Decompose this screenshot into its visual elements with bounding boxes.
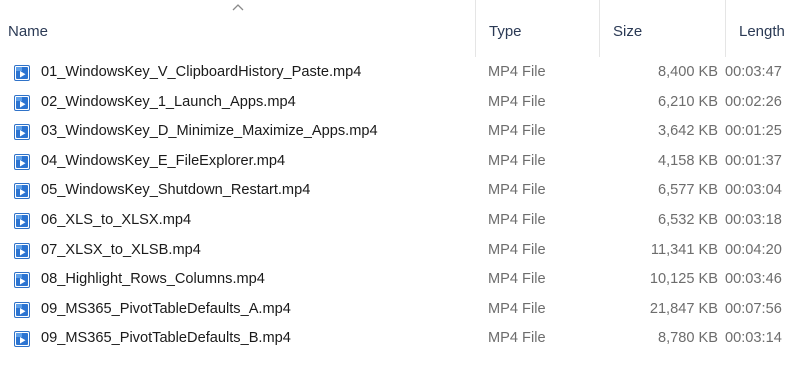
file-row[interactable]: 07_XLSX_to_XLSB.mp4 MP4 File 11,341 KB 00:0… — [0, 236, 809, 266]
video-file-icon — [14, 153, 30, 170]
file-name: 01_WindowsKey_V_ClipboardHistory_Paste.m… — [41, 64, 362, 80]
file-row[interactable]: 01_WindowsKey_V_ClipboardHistory_Paste.m… — [0, 58, 809, 88]
file-row[interactable]: 09_MS365_PivotTableDefaults_B.mp4 MP4 Fil… — [0, 324, 809, 354]
column-header-name[interactable]: Name — [8, 21, 48, 43]
file-name: 08_Highlight_Rows_Columns.mp4 — [41, 271, 265, 288]
file-row[interactable]: 02_WindowsKey_1_Launch_Apps.mp4 MP4 File 6… — [0, 88, 809, 118]
file-length: 00:01:25 — [725, 123, 782, 140]
file-name: 09_MS365_PivotTableDefaults_A.mp4 — [41, 300, 291, 317]
file-length: 00:03:14 — [725, 330, 782, 347]
file-name: 05_WindowsKey_Shutdown_Restart.mp4 — [41, 182, 311, 199]
file-list: 01_WindowsKey_V_ClipboardHistory_Paste.m… — [0, 58, 809, 354]
file-length: 00:04:20 — [725, 241, 782, 258]
column-divider[interactable] — [475, 0, 476, 57]
file-type: MP4 File — [488, 182, 546, 199]
file-length: 00:03:04 — [725, 182, 782, 199]
chevron-up-icon[interactable] — [231, 2, 245, 12]
file-name: 02_WindowsKey_1_Launch_Apps.mp4 — [41, 93, 296, 110]
file-row[interactable]: 08_Highlight_Rows_Columns.mp4 MP4 File 10,… — [0, 265, 809, 295]
video-file-icon — [14, 242, 30, 259]
file-row[interactable]: 09_MS365_PivotTableDefaults_A.mp4 MP4 Fil… — [0, 295, 809, 325]
file-size: 8,400 KB — [657, 64, 718, 80]
video-file-icon — [14, 183, 30, 200]
file-name: 03_WindowsKey_D_Minimize_Maximize_Apps.m… — [41, 123, 378, 140]
video-file-icon — [14, 272, 30, 289]
file-length: 00:01:37 — [725, 152, 782, 169]
file-size: 11,341 KB — [650, 241, 718, 258]
video-file-icon — [14, 331, 30, 348]
file-row[interactable]: 06_XLS_to_XLSX.mp4 MP4 File 6,532 KB 00:03:… — [0, 206, 809, 236]
column-header-type[interactable]: Type — [489, 21, 522, 43]
file-length: 00:02:26 — [725, 93, 782, 110]
column-header-bar: Name Type Size Length — [0, 0, 809, 57]
file-row[interactable]: 04_WindowsKey_E_FileExplorer.mp4 MP4 File… — [0, 147, 809, 177]
column-divider[interactable] — [599, 0, 600, 57]
video-file-icon — [14, 124, 30, 141]
file-type: MP4 File — [488, 152, 546, 169]
file-name: 04_WindowsKey_E_FileExplorer.mp4 — [41, 152, 286, 169]
file-size: 6,532 KB — [657, 211, 718, 228]
video-file-icon — [14, 65, 30, 81]
file-type: MP4 File — [488, 64, 546, 80]
file-size: 21,847 KB — [649, 300, 718, 317]
file-length: 00:03:18 — [725, 211, 782, 228]
file-type: MP4 File — [488, 211, 546, 228]
file-type: MP4 File — [488, 271, 546, 288]
file-row[interactable]: 03_WindowsKey_D_Minimize_Maximize_Apps.m… — [0, 117, 809, 147]
file-type: MP4 File — [488, 93, 546, 110]
file-length: 00:03:47 — [725, 64, 782, 80]
file-length: 00:07:56 — [725, 300, 782, 317]
video-file-icon — [14, 301, 30, 318]
file-size: 3,642 KB — [657, 123, 718, 140]
column-header-length[interactable]: Length — [739, 21, 785, 43]
video-file-icon — [14, 212, 30, 229]
file-name: 09_MS365_PivotTableDefaults_B.mp4 — [41, 330, 291, 347]
file-size: 10,125 KB — [649, 271, 718, 288]
video-file-icon — [14, 94, 30, 111]
file-size: 8,780 KB — [657, 330, 718, 347]
file-size: 6,577 KB — [657, 182, 718, 199]
file-length: 00:03:46 — [725, 271, 782, 288]
file-size: 4,158 KB — [657, 152, 718, 169]
file-row[interactable]: 05_WindowsKey_Shutdown_Restart.mp4 MP4 Fi… — [0, 176, 809, 206]
file-type: MP4 File — [488, 241, 546, 258]
file-type: MP4 File — [488, 330, 546, 347]
column-header-size[interactable]: Size — [613, 21, 642, 43]
file-name: 06_XLS_to_XLSX.mp4 — [41, 211, 192, 228]
file-type: MP4 File — [488, 300, 546, 317]
file-size: 6,210 KB — [657, 93, 718, 110]
column-divider[interactable] — [725, 0, 726, 57]
file-type: MP4 File — [488, 123, 546, 140]
file-name: 07_XLSX_to_XLSB.mp4 — [41, 241, 201, 258]
